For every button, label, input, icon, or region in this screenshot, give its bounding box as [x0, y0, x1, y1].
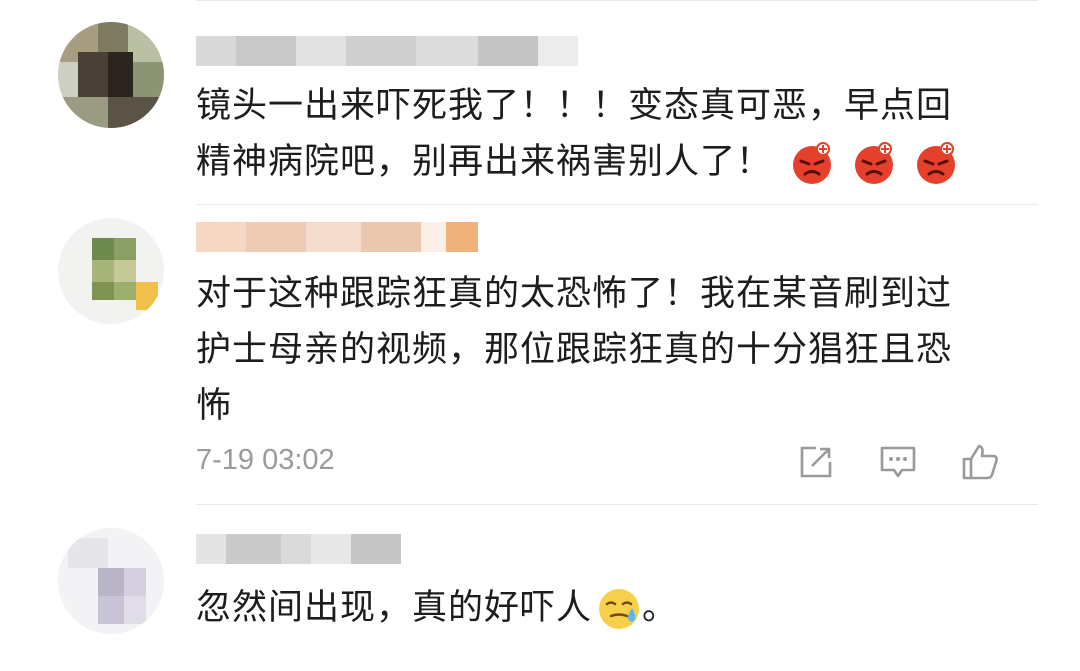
- comment-line: 对于这种跟踪狂真的太恐怖了！我在某音刷到过: [196, 274, 953, 314]
- comment-timestamp: 7-19 03:02: [196, 444, 335, 476]
- avatar[interactable]: [58, 22, 164, 128]
- comment-text: 忽然间出现，真的好吓人。: [196, 580, 996, 636]
- avatar[interactable]: [58, 218, 164, 324]
- angry-face-icon: [917, 142, 956, 184]
- comment-line: 精神病院吧，别再出来祸害别人了！: [196, 134, 996, 190]
- angry-face-icon: [855, 142, 894, 184]
- comment-text: 镜头一出来吓死我了！！！变态真可恶，早点回 精神病院吧，别再出来祸害别人了！: [196, 78, 996, 190]
- username-blurred[interactable]: [196, 534, 401, 564]
- comment-line: 镜头一出来吓死我了！！！变态真可恶，早点回: [196, 86, 953, 126]
- divider: [196, 504, 1038, 505]
- reply-icon[interactable]: [878, 442, 918, 482]
- divider: [196, 204, 1038, 205]
- username-blurred[interactable]: [196, 222, 478, 252]
- like-icon[interactable]: [960, 442, 1000, 482]
- angry-face-icon: [793, 142, 832, 184]
- avatar[interactable]: [58, 528, 164, 634]
- comment-line: 忽然间出现，真的好吓人。: [196, 580, 996, 636]
- share-icon[interactable]: [796, 442, 836, 482]
- divider-top: [196, 0, 1038, 1]
- comment-line: 怖: [196, 386, 233, 426]
- username-blurred[interactable]: [196, 36, 578, 66]
- comment-text: 对于这种跟踪狂真的太恐怖了！我在某音刷到过 护士母亲的视频，那位跟踪狂真的十分猖…: [196, 266, 996, 434]
- sweat-face-icon: [599, 589, 640, 629]
- comment-line: 护士母亲的视频，那位跟踪狂真的十分猖狂且恐: [196, 330, 953, 370]
